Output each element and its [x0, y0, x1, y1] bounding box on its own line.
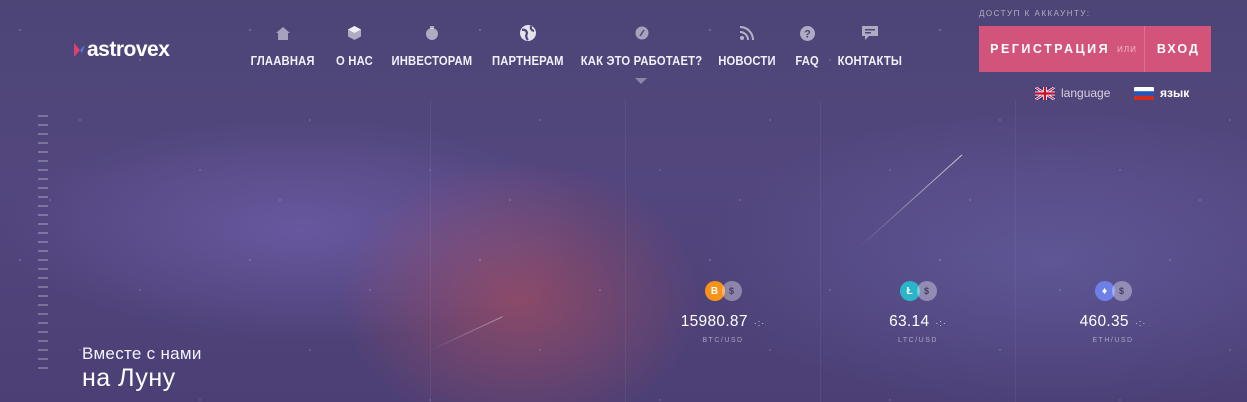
nav-label: О НАС — [336, 54, 373, 68]
login-button[interactable]: ВХОД — [1143, 26, 1200, 72]
dollar-icon: $ — [721, 281, 742, 301]
language-russian-label: язык — [1160, 86, 1190, 100]
or-separator: ИЛИ — [1117, 44, 1137, 54]
ticker-pair: LTC/USD — [898, 337, 938, 344]
language-english[interactable]: language — [1035, 86, 1110, 100]
ticker-value: 15980.87 — [680, 313, 748, 330]
shooting-star — [857, 154, 963, 249]
trend-icon: ·:· — [1134, 318, 1147, 328]
nav-label: КАК ЭТО РАБОТАЕТ? — [580, 54, 703, 68]
hero-tagline: Вместе с нами на Луну — [82, 344, 202, 393]
nav-label: ПАРТНЕРАМ — [491, 54, 564, 68]
nav-label: КОНТАКТЫ — [837, 54, 903, 68]
nav-item-how-it-works[interactable]: КАК ЭТО РАБОТАЕТ? — [574, 24, 709, 68]
ticker-ltc: Ł $ 63.14 ·:· LTC/USD — [848, 281, 988, 344]
nav-label: ГЛААВНАЯ — [250, 54, 316, 68]
nav-item-about[interactable]: О НАС — [326, 24, 383, 68]
dollar-icon: $ — [1111, 281, 1132, 301]
nav-item-partners[interactable]: ПАРТНЕРАМ — [481, 24, 574, 68]
nav-label: НОВОСТИ — [718, 54, 776, 68]
ticker-pair: BTC/USD — [702, 337, 744, 344]
dollar-icon: $ — [916, 281, 937, 301]
active-nav-caret — [635, 78, 647, 84]
moneybag-icon — [423, 24, 441, 42]
trend-icon: ·:· — [935, 318, 947, 328]
trend-icon: ·:· — [753, 318, 766, 328]
main-nav: ГЛААВНАЯ О НАС ИНВЕСТОРАМ ПАРТНЕРАМ КАК … — [240, 24, 911, 68]
ticker-pair: ETH/USD — [1092, 337, 1134, 344]
rocket-logo-icon — [72, 41, 86, 59]
cube-icon — [346, 24, 364, 42]
nav-item-investors[interactable]: ИНВЕСТОРАМ — [383, 24, 481, 68]
side-decoration — [38, 115, 48, 385]
tagline-line-2: на Луну — [82, 364, 176, 392]
grid-line — [625, 100, 626, 402]
gear-icon — [633, 24, 651, 42]
home-icon — [274, 24, 292, 42]
question-icon: ? — [798, 24, 816, 42]
shooting-star — [429, 316, 503, 351]
globe-icon — [519, 24, 537, 42]
ticker-value: 63.14 — [889, 313, 930, 330]
account-access-label: ДОСТУП К АККАУНТУ: — [979, 9, 1091, 18]
nav-item-faq[interactable]: ? FAQ — [785, 24, 829, 68]
chat-icon — [861, 24, 879, 42]
ticker-btc: B $ 15980.87 ·:· BTC/USD — [653, 281, 793, 344]
russia-flag-icon — [1134, 86, 1154, 100]
nav-label: FAQ — [795, 54, 819, 68]
logo[interactable]: astrovex — [72, 38, 170, 62]
ticker-value: 460.35 — [1079, 313, 1129, 330]
language-russian[interactable]: язык — [1134, 86, 1189, 100]
svg-text:?: ? — [804, 28, 811, 40]
auth-panel: РЕГИСТРАЦИЯ ИЛИ ВХОД — [979, 26, 1211, 72]
grid-line — [1015, 100, 1016, 402]
tagline-line-1: Вместе с нами — [82, 344, 202, 363]
nav-item-news[interactable]: НОВОСТИ — [709, 24, 785, 68]
uk-flag-icon — [1035, 86, 1055, 100]
register-button[interactable]: РЕГИСТРАЦИЯ — [990, 42, 1110, 56]
brand-name: astrovex — [87, 38, 170, 61]
grid-line — [430, 100, 431, 402]
ticker-eth: ♦ $ 460.35 ·:· ETH/USD — [1043, 281, 1183, 344]
nav-label: ИНВЕСТОРАМ — [391, 54, 473, 68]
language-english-label: language — [1061, 86, 1111, 100]
rss-icon — [738, 24, 756, 42]
nav-item-home[interactable]: ГЛААВНАЯ — [240, 24, 326, 68]
nav-item-contacts[interactable]: КОНТАКТЫ — [829, 24, 911, 68]
grid-line — [820, 100, 821, 402]
